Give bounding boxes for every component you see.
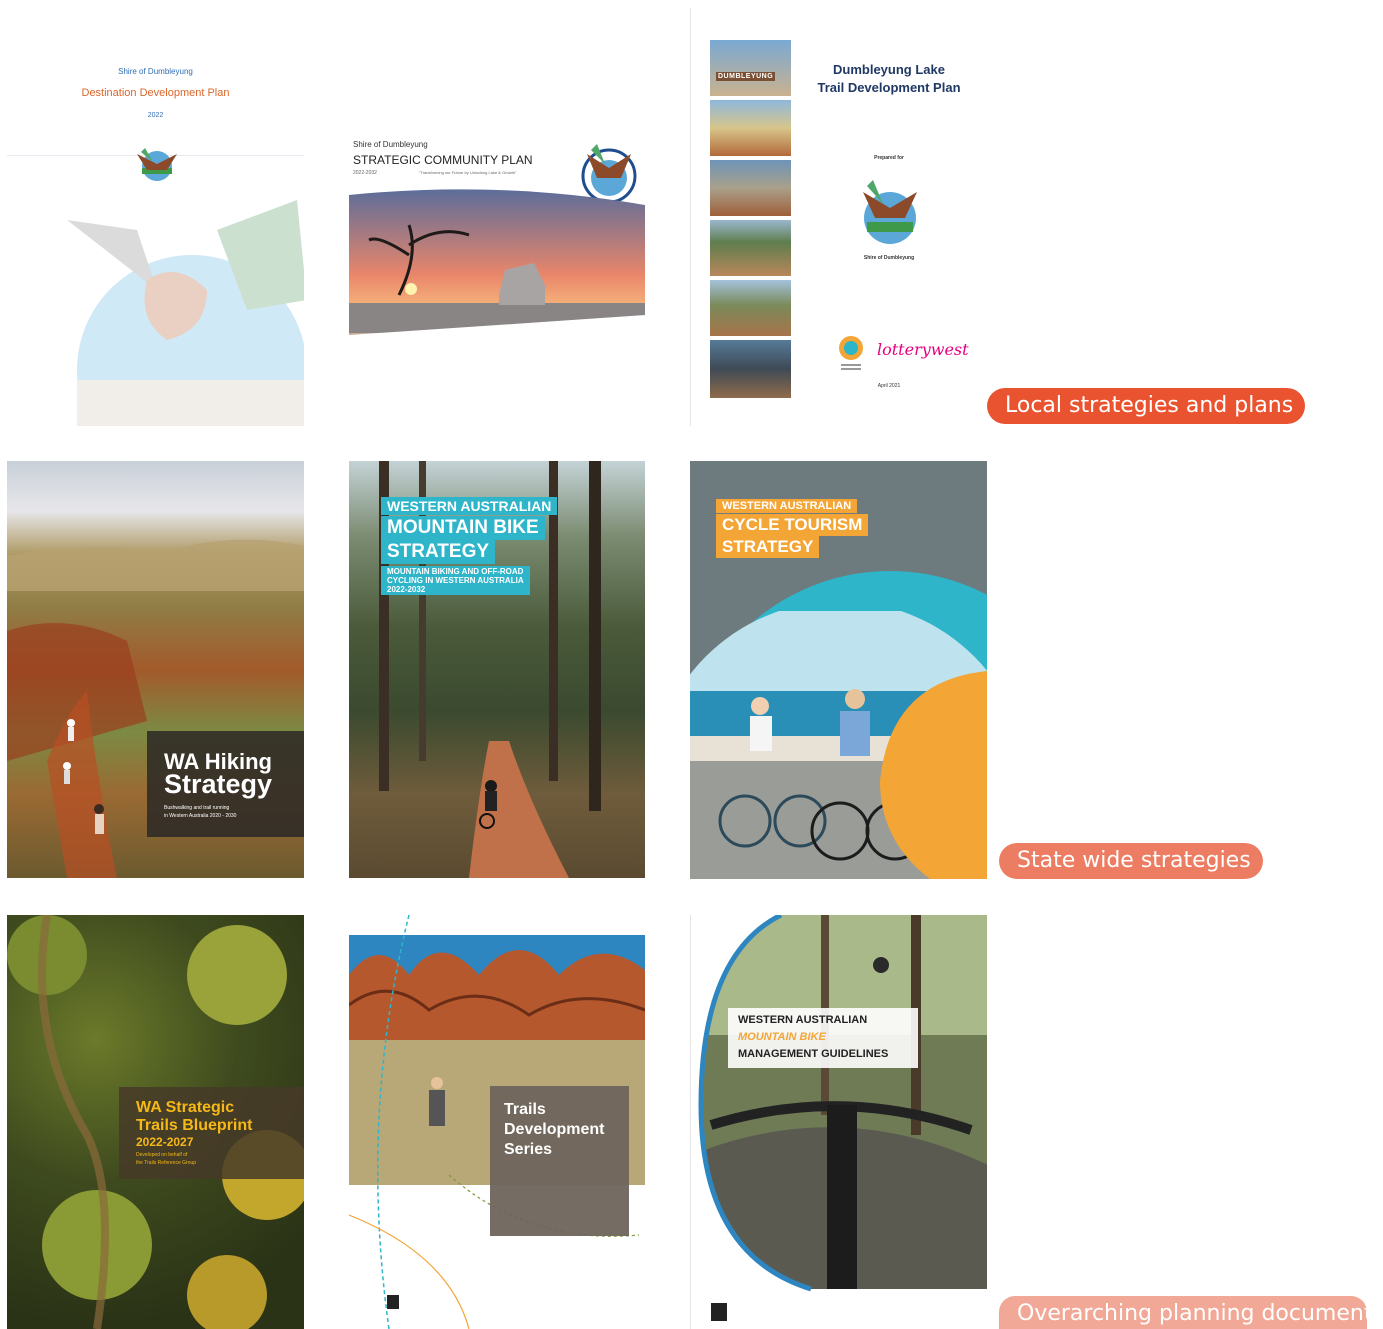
cover-shire-name: Shire of Dumbleyung [863, 255, 915, 261]
cover-title-line3: Series [504, 1141, 553, 1158]
cover-title-box: Trails Development Series [490, 1086, 629, 1236]
cover-wa-mtb-management-guidelines[interactable]: WESTERN AUSTRALIAN MOUNTAIN BIKE MANAGEM… [690, 915, 987, 1329]
town-sign: DUMBLEYUNG [716, 72, 776, 81]
cover-years: 2022-2032 [353, 170, 377, 176]
row-label-overarching: Overarching planning documents [999, 1296, 1367, 1329]
cover-title-line1: Trails [504, 1101, 546, 1118]
cover-title-box: WESTERN AUSTRALIAN MOUNTAIN BIKE MANAGEM… [728, 1008, 918, 1068]
cover-wa-cycle-tourism-strategy[interactable]: WESTERN AUSTRALIAN CYCLE TOURISM STRATEG… [690, 461, 987, 879]
cover-shire-name: Shire of Dumbleyung [353, 140, 428, 149]
cover-title-line3: STRATEGY [381, 540, 496, 564]
cover-subtitle-line2: the Trails Reference Group [136, 1160, 197, 1166]
cover-trails-development-series[interactable]: Trails Development Series [349, 915, 645, 1329]
lotterywest-logo: lotterywest [877, 340, 969, 359]
cover-title-line1: WESTERN AUSTRALIAN [716, 499, 858, 513]
cover-title-line1: WA Strategic [136, 1099, 235, 1116]
cover-title-line1: WESTERN AUSTRALIAN [381, 497, 558, 515]
cover-subtitle-line1: Developed on behalf of [136, 1152, 188, 1158]
cover-title-line2: MOUNTAIN BIKE [738, 1031, 826, 1043]
cover-shire-name: Shire of Dumbleyung [118, 67, 193, 76]
sunset-lake-photo [349, 189, 645, 345]
cover-title-line2: MOUNTAIN BIKE [381, 516, 545, 540]
photo-strip: DUMBLEYUNG [710, 40, 791, 406]
cover-title-box: WA Hiking Strategy Bushwalking and trail… [147, 731, 304, 837]
cover-title: STRATEGIC COMMUNITY PLAN [353, 153, 533, 167]
cover-wa-hiking-strategy[interactable]: WA Hiking Strategy Bushwalking and trail… [7, 461, 304, 878]
cover-title-line2: CYCLE TOURISM [716, 514, 869, 536]
cover-title-line3: STRATEGY [716, 536, 820, 558]
cover-title: Destination Development Plan [81, 87, 230, 99]
cover-lake-trail-development-plan[interactable]: DUMBLEYUNG Dumbleyung Lake Trail Develop… [690, 8, 987, 426]
cover-prepared-for: Prepared for [874, 155, 904, 161]
cover-title-line3: MANAGEMENT GUIDELINES [738, 1048, 889, 1060]
cover-title-line2: Development [504, 1121, 605, 1138]
cover-title-line2: Trail Development Plan [817, 80, 961, 95]
cover-title-line3: 2022-2027 [136, 1135, 194, 1149]
cover-title-block: WESTERN AUSTRALIAN CYCLE TOURISM STRATEG… [716, 496, 869, 558]
shire-crest-icon [67, 148, 304, 426]
cover-subtitle-line3: 2022-2032 [387, 585, 426, 594]
cover-strategic-community-plan[interactable]: Shire of Dumbleyung STRATEGIC COMMUNITY … [349, 130, 645, 350]
cover-wa-mountain-bike-strategy[interactable]: WESTERN AUSTRALIAN MOUNTAIN BIKE STRATEG… [349, 461, 645, 878]
cover-subtitle-line1: Bushwalking and trail running [164, 805, 230, 811]
cover-title-line2: Trails Blueprint [136, 1117, 253, 1134]
cover-wa-strategic-trails-blueprint[interactable]: WA Strategic Trails Blueprint 2022-2027 … [7, 915, 304, 1329]
cover-subtitle-line2: CYCLING IN WESTERN AUSTRALIA [387, 576, 524, 585]
cover-title-box: WA Strategic Trails Blueprint 2022-2027 … [119, 1087, 304, 1179]
cover-destination-development-plan[interactable]: Shire of Dumbleyung Destination Developm… [7, 15, 304, 426]
row-label-local: Local strategies and plans [987, 388, 1306, 424]
cover-title-line1: Dumbleyung Lake [833, 62, 945, 77]
cover-title-line1: WESTERN AUSTRALIAN [738, 1014, 868, 1026]
cover-tagline: "Transforming our Future by Unlocking La… [419, 170, 517, 175]
cover-year: 2022 [147, 112, 164, 119]
dlgsc-logo-icon [839, 336, 863, 370]
cover-subtitle-line2: in Western Australia 2020 - 2030 [164, 813, 237, 819]
cover-date: April 2021 [877, 383, 901, 389]
shire-crest-icon [863, 180, 917, 244]
cover-title-line2: Strategy [164, 769, 273, 799]
mtb-handlebar-photo [698, 915, 987, 1321]
cover-subtitle-line1: MOUNTAIN BIKING AND OFF-ROAD [387, 567, 524, 576]
cover-title-block: WESTERN AUSTRALIAN MOUNTAIN BIKE STRATEG… [381, 497, 558, 597]
row-label-state: State wide strategies [999, 843, 1263, 879]
